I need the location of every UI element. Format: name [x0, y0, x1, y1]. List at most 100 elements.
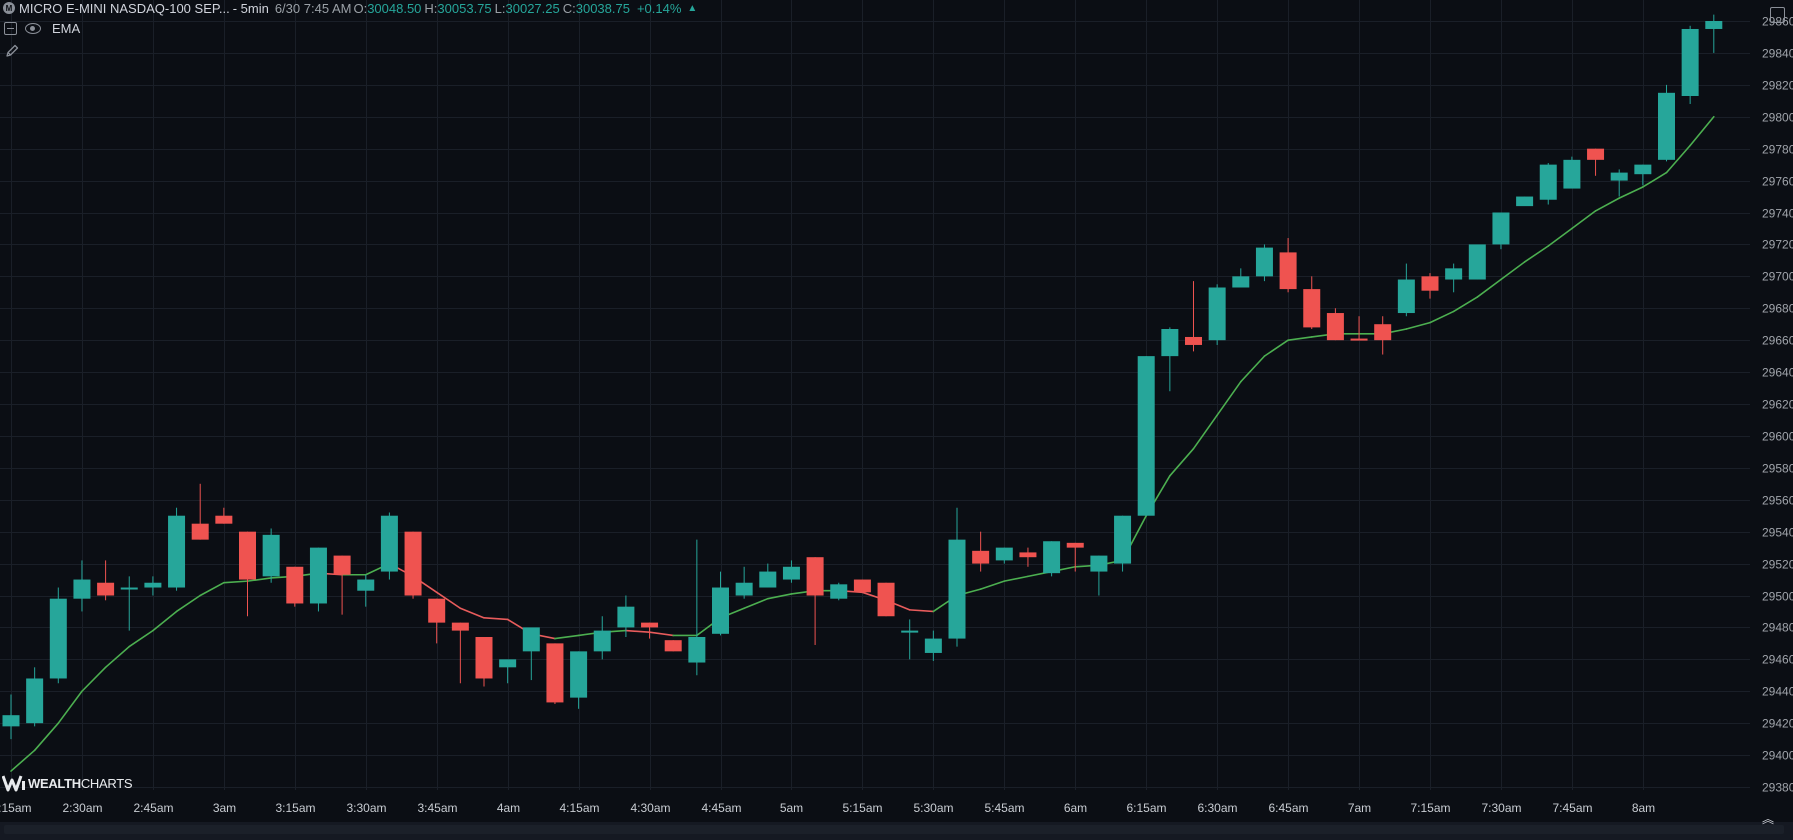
- time-tick-label: 3am: [213, 801, 236, 815]
- candle-body: [1185, 336, 1202, 345]
- time-axis[interactable]: 2:15am 2:30am 2:45am 3am 3:15am 3:30am 3:45am 4…: [0, 801, 1655, 815]
- chart-grid: [0, 0, 1750, 790]
- price-tick-label: 29600: [1762, 430, 1793, 444]
- chevron-up-icon[interactable]: ︽: [1762, 810, 1774, 827]
- candle-body: [380, 515, 398, 572]
- time-tick-label: 6:30am: [1197, 801, 1237, 815]
- candle-body: [1279, 252, 1297, 290]
- time-tick-label: 7:15am: [1410, 801, 1450, 815]
- price-tick-label: 29820: [1762, 79, 1793, 93]
- time-tick-label: 5:45am: [984, 801, 1024, 815]
- change-percent: +0.14%: [636, 0, 682, 16]
- price-tick-label: 29540: [1762, 526, 1793, 540]
- ema-segment: [1169, 447, 1195, 477]
- eye-icon[interactable]: [25, 23, 41, 34]
- ema-segment: [554, 634, 580, 640]
- ema-segment: [1452, 296, 1479, 313]
- price-axis[interactable]: 29380 29400 29420 29440 29460 29480 29500 29520…: [1762, 15, 1793, 795]
- candle-body: [451, 622, 469, 631]
- symbol-badge-icon: M: [3, 2, 15, 14]
- candle-body: [617, 606, 635, 628]
- ema-segment: [199, 581, 225, 597]
- ema-segment: [979, 580, 1006, 590]
- candle-body: [688, 636, 706, 663]
- price-tick-label: 29520: [1762, 558, 1793, 572]
- ema-segment: [1429, 310, 1455, 324]
- candle-body: [924, 638, 942, 653]
- collapse-icon[interactable]: [4, 22, 17, 35]
- ema-segment: [625, 629, 651, 634]
- candle-body: [1681, 28, 1699, 97]
- price-tick-label: 29380: [1762, 781, 1793, 795]
- time-tick-label: 6:15am: [1126, 801, 1166, 815]
- time-tick-label: 4:30am: [630, 801, 670, 815]
- candle-body: [1114, 515, 1132, 564]
- price-chart[interactable]: 29380 29400 29420 29440 29460 29480 29500 29520…: [0, 0, 1793, 840]
- candle-body: [1066, 542, 1084, 548]
- time-tick-label: 2:30am: [62, 801, 102, 815]
- price-tick-label: 29840: [1762, 47, 1793, 61]
- candle-body: [49, 598, 67, 679]
- time-tick-label: 4:45am: [701, 801, 741, 815]
- price-tick-label: 29760: [1762, 175, 1793, 189]
- candle-body: [1019, 552, 1037, 558]
- ema-segment: [908, 609, 935, 613]
- open-label: O:: [353, 0, 368, 16]
- candle-body: [2, 715, 20, 727]
- price-tick-label: 29640: [1762, 366, 1793, 380]
- candle-body: [475, 636, 493, 679]
- candle-body: [309, 547, 327, 604]
- candle-body: [1374, 324, 1392, 341]
- candle-body: [1658, 92, 1675, 160]
- candle-body: [877, 582, 895, 617]
- candle-body: [1208, 287, 1226, 341]
- ema-segment: [1192, 414, 1218, 450]
- chart-scrollbar[interactable]: [0, 822, 1793, 840]
- time-tick-label: 3:45am: [417, 801, 457, 815]
- close-value: 30038.75: [575, 0, 630, 16]
- time-tick-label: 4:15am: [559, 801, 599, 815]
- ema-segment: [1405, 321, 1431, 330]
- candle-body: [1397, 279, 1415, 314]
- ema-segment: [1287, 336, 1313, 341]
- ema-segment: [1216, 380, 1242, 416]
- symbol-header: M MICRO E-MINI NASDAQ-100 SEP... - 5min …: [0, 0, 697, 16]
- candle-body: [1161, 328, 1179, 357]
- time-tick-label: 5:15am: [842, 801, 882, 815]
- time-tick-label: 7:30am: [1481, 801, 1521, 815]
- pencil-icon[interactable]: [5, 44, 19, 58]
- time-tick-label: 2:45am: [133, 801, 173, 815]
- price-tick-label: 29780: [1762, 143, 1793, 157]
- ema-segment: [1689, 115, 1715, 147]
- layout-icon[interactable]: [1770, 7, 1785, 23]
- candle-body: [1468, 244, 1486, 280]
- candle-body: [286, 566, 304, 604]
- candle-body: [1043, 541, 1061, 574]
- candle-body: [1255, 247, 1273, 277]
- candle-body: [357, 579, 375, 591]
- symbol-name[interactable]: MICRO E-MINI NASDAQ-100 SEP...: [19, 1, 230, 16]
- wealthcharts-logo: WEALTHCHARTS: [2, 772, 133, 794]
- candle-body: [333, 555, 351, 575]
- logo-mark-icon: [2, 775, 25, 792]
- candle-body: [1563, 159, 1581, 189]
- price-tick-label: 29480: [1762, 621, 1793, 635]
- candle-body: [1634, 164, 1652, 175]
- candle-body: [191, 523, 209, 540]
- candle-body: [593, 630, 611, 652]
- indicator-legend: EMA: [4, 21, 80, 36]
- low-label: L:: [494, 0, 506, 16]
- price-tick-label: 29560: [1762, 494, 1793, 508]
- ema-segment: [459, 607, 485, 619]
- indicator-name[interactable]: EMA: [52, 21, 80, 36]
- candle-body: [1137, 356, 1155, 516]
- high-value: 30053.75: [437, 0, 492, 16]
- time-tick-label: 6am: [1064, 801, 1087, 815]
- ema-segment: [648, 631, 675, 637]
- candle-body: [1516, 196, 1534, 207]
- candle-body: [1232, 276, 1250, 288]
- price-tick-label: 29400: [1762, 749, 1793, 763]
- candle-body: [97, 582, 115, 596]
- ema-segment: [1594, 197, 1620, 212]
- timeframe[interactable]: - 5min: [233, 1, 269, 16]
